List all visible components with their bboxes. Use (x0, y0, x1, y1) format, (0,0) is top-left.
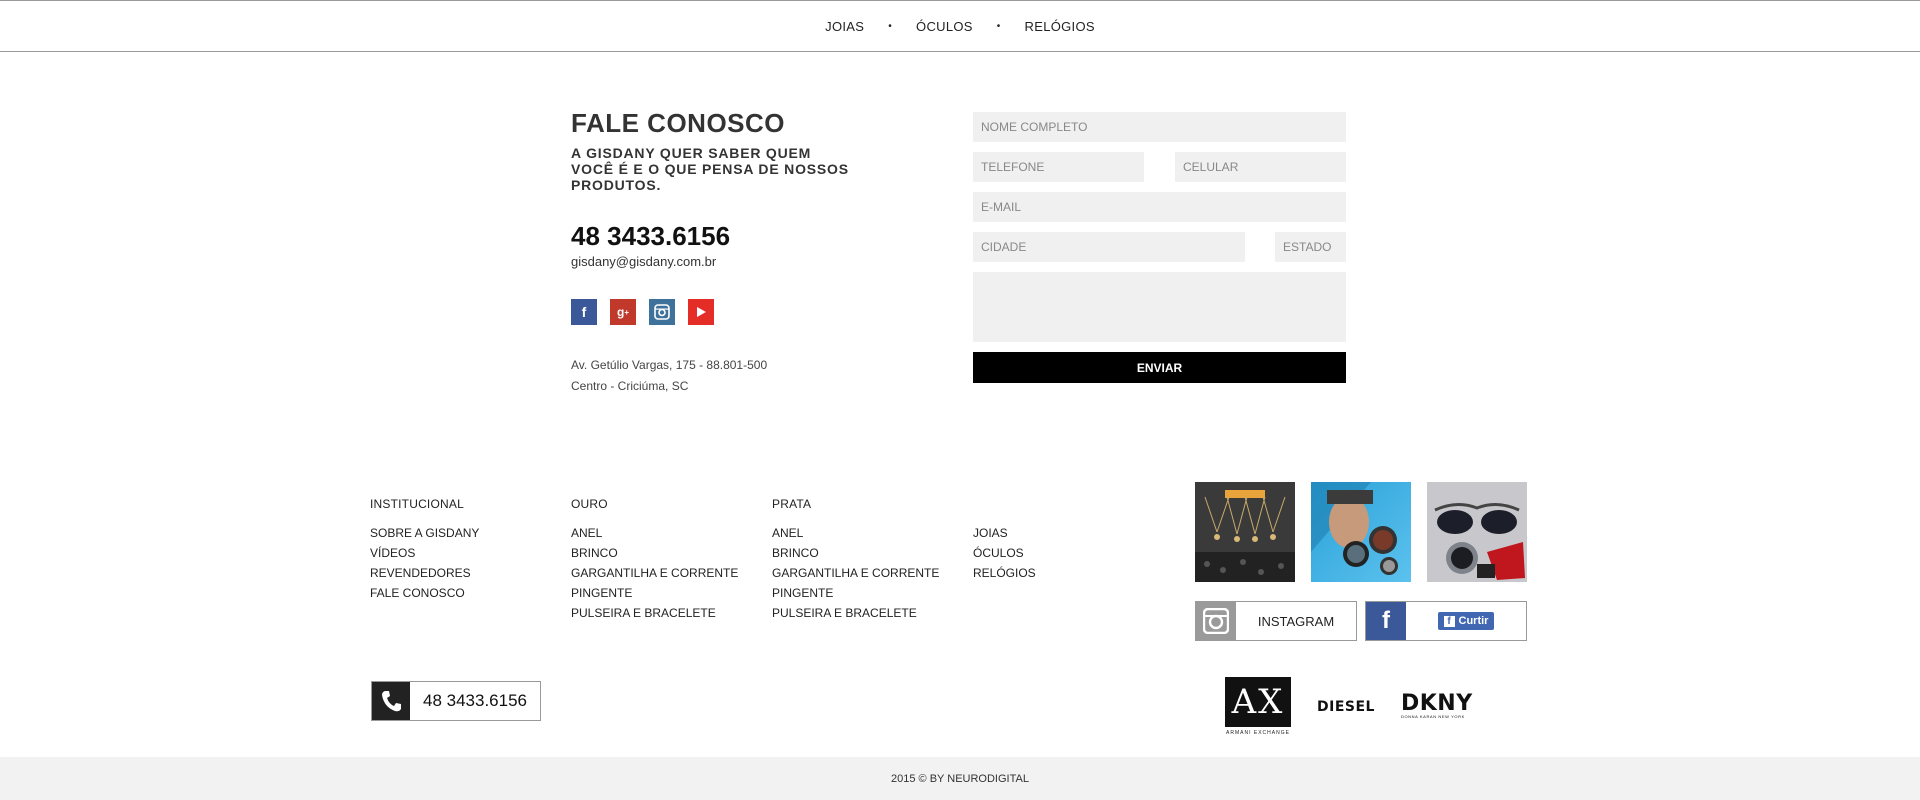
contact-phone: 48 3433.6156 (571, 221, 731, 251)
ax-mark: AX (1225, 677, 1291, 727)
phone-field[interactable]: TELEFONE (973, 152, 1144, 182)
instagram-icon (1196, 602, 1236, 640)
phone-icon (372, 682, 410, 720)
address: Av. Getúlio Vargas, 175 - 88.801-500 Cen… (571, 355, 871, 397)
footer-col-categorias: JOIAS ÓCULOS RELÓGIOS (973, 523, 1036, 583)
footer-heading: INSTITUCIONAL (370, 497, 464, 511)
armani-exchange-logo: AX ARMANI EXCHANGE (1225, 677, 1291, 736)
name-field[interactable]: NOME COMPLETO (973, 112, 1346, 142)
top-nav: JOIAS • ÓCULOS • RELÓGIOS (0, 0, 1920, 52)
nav-separator: • (888, 20, 893, 32)
facebook-like-label: Curtir (1458, 615, 1489, 627)
facebook-like-box: f f Curtir (1365, 601, 1527, 641)
instagram-photo-watches[interactable] (1311, 482, 1411, 582)
mobile-field[interactable]: CELULAR (1175, 152, 1346, 182)
instagram-photo-necklaces[interactable] (1195, 482, 1295, 582)
page-title: FALE CONOSCO (571, 108, 786, 138)
footer-phone-number: 48 3433.6156 (423, 691, 527, 710)
footer-phone[interactable]: 48 3433.6156 (371, 681, 541, 721)
footer-link[interactable]: PINGENTE (571, 583, 738, 603)
footer-link[interactable]: GARGANTILHA E CORRENTE (772, 563, 939, 583)
dkny-mark: DKNY (1400, 691, 1473, 716)
contact-info: FALE CONOSCO A GISDANY QUER SABER QUEM V… (571, 108, 871, 397)
city-field[interactable]: CIDADE (973, 232, 1245, 262)
contact-email[interactable]: gisdany@gisdany.com.br (571, 254, 871, 269)
ax-subtitle: ARMANI EXCHANGE (1226, 730, 1290, 736)
nav-relogios[interactable]: RELÓGIOS (1025, 19, 1095, 34)
copyright-text[interactable]: 2015 © BY NEURODIGITAL (891, 773, 1029, 785)
footer-link[interactable]: PULSEIRA E BRACELETE (571, 603, 738, 623)
nav-oculos[interactable]: ÓCULOS (916, 19, 973, 34)
instagram-photo-sunglasses[interactable] (1427, 482, 1527, 582)
facebook-icon: f (1366, 602, 1406, 640)
footer-heading: PRATA (772, 497, 812, 511)
nav-separator: • (996, 20, 1001, 32)
instagram-label: INSTAGRAM (1257, 613, 1335, 629)
copyright-bar: 2015 © BY NEURODIGITAL (0, 757, 1920, 800)
brand-logos: AX ARMANI EXCHANGE DIESEL DKNY DONNA KAR… (1225, 677, 1473, 736)
contact-form: NOME COMPLETO TELEFONE CELULAR E-MAIL CI… (973, 112, 1346, 383)
footer-col-prata: PRATA ANEL BRINCO GARGANTILHA E CORRENTE… (772, 494, 939, 623)
facebook-like-wrap: f Curtir (1406, 612, 1526, 630)
footer-link[interactable]: JOIAS (973, 523, 1036, 543)
contact-subtitle: A GISDANY QUER SABER QUEM VOCÊ É E O QUE… (571, 145, 849, 193)
instagram-icon[interactable] (649, 299, 675, 325)
footer-link[interactable]: VÍDEOS (370, 543, 479, 563)
facebook-like-button[interactable]: f Curtir (1437, 612, 1495, 630)
diesel-logo: DIESEL (1317, 698, 1375, 715)
message-field[interactable] (973, 272, 1346, 342)
footer-link[interactable]: ANEL (772, 523, 939, 543)
email-field[interactable]: E-MAIL (973, 192, 1346, 222)
instagram-feed (1195, 482, 1527, 582)
instagram-button[interactable]: INSTAGRAM (1195, 601, 1357, 641)
google-plus-icon[interactable]: g + (610, 299, 636, 325)
footer-link[interactable]: GARGANTILHA E CORRENTE (571, 563, 738, 583)
footer-link[interactable]: ÓCULOS (973, 543, 1036, 563)
footer-col-ouro: OURO ANEL BRINCO GARGANTILHA E CORRENTE … (571, 494, 738, 623)
footer-link[interactable]: PINGENTE (772, 583, 939, 603)
footer-col-institucional: INSTITUCIONAL SOBRE A GISDANY VÍDEOS REV… (370, 494, 479, 603)
social-buttons: INSTAGRAM f f Curtir (1195, 601, 1527, 641)
dkny-subtitle: DONNA KARAN NEW YORK (1400, 714, 1465, 719)
dkny-logo: DKNY DONNA KARAN NEW YORK (1400, 691, 1473, 720)
footer-link[interactable]: FALE CONOSCO (370, 583, 479, 603)
footer-heading: OURO (571, 497, 608, 511)
footer-link[interactable]: BRINCO (772, 543, 939, 563)
facebook-icon[interactable]: f (571, 299, 597, 325)
footer-link[interactable]: BRINCO (571, 543, 738, 563)
address-line: Centro - Criciúma, SC (571, 379, 689, 393)
submit-button[interactable]: ENVIAR (973, 352, 1346, 383)
facebook-small-icon: f (1443, 615, 1455, 627)
youtube-icon[interactable] (688, 299, 714, 325)
nav-joias[interactable]: JOIAS (825, 19, 864, 34)
footer-link[interactable]: SOBRE A GISDANY (370, 523, 479, 543)
state-field[interactable]: ESTADO (1275, 232, 1346, 262)
footer-link[interactable]: RELÓGIOS (973, 563, 1036, 583)
address-line: Av. Getúlio Vargas, 175 - 88.801-500 (571, 358, 768, 372)
social-links: f g + (571, 299, 871, 325)
footer-link[interactable]: REVENDEDORES (370, 563, 479, 583)
footer-link[interactable]: PULSEIRA E BRACELETE (772, 603, 939, 623)
footer-link[interactable]: ANEL (571, 523, 738, 543)
